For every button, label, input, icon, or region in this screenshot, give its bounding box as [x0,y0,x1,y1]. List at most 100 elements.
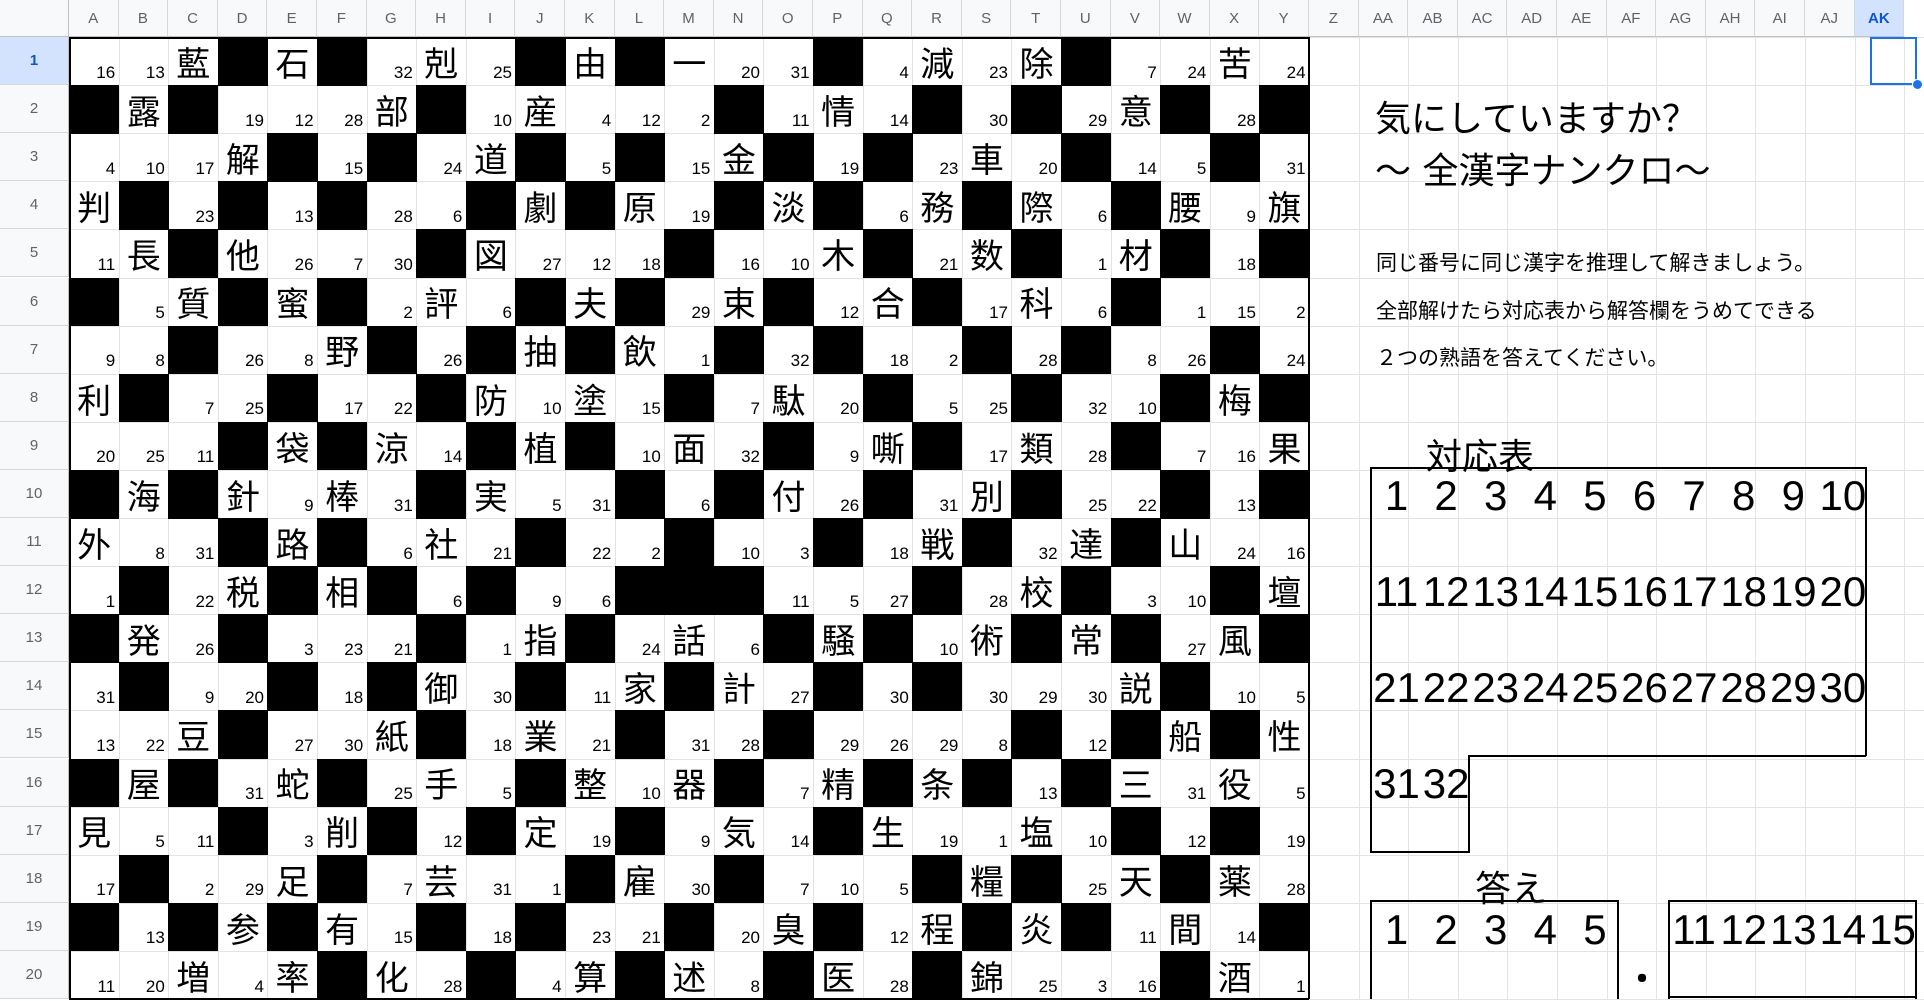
number-cell[interactable]: 14 [763,807,813,856]
number-cell[interactable]: 10 [615,422,665,471]
number-cell[interactable]: 11 [565,662,615,711]
kanji-cell[interactable]: 条 [912,759,962,808]
black-cell[interactable] [813,662,864,711]
black-cell[interactable] [217,277,268,327]
black-cell[interactable] [1259,229,1310,279]
number-cell[interactable]: 3 [1111,566,1161,615]
black-cell[interactable] [118,181,169,230]
column-header-T[interactable]: T [1011,0,1061,37]
black-cell[interactable] [763,421,814,471]
number-cell[interactable]: 11 [1111,903,1161,952]
number-cell[interactable]: 19 [912,807,962,856]
number-cell[interactable]: 28 [1259,855,1309,904]
number-cell[interactable]: 22 [168,566,218,615]
kanji-cell[interactable]: 涼 [367,422,417,471]
column-header-Y[interactable]: Y [1259,0,1309,37]
kanji-cell[interactable]: 程 [912,903,962,952]
number-cell[interactable]: 4 [515,951,565,1000]
kanji-cell[interactable]: 飲 [615,326,665,375]
black-cell[interactable] [1110,518,1161,567]
column-header-AG[interactable]: AG [1656,0,1706,37]
black-cell[interactable] [118,373,169,423]
kanji-cell[interactable]: 御 [416,662,466,711]
kanji-cell[interactable]: 合 [863,278,913,327]
black-cell[interactable] [1160,373,1211,423]
column-header-W[interactable]: W [1160,0,1210,37]
number-cell[interactable]: 16 [69,37,119,86]
black-cell[interactable] [565,614,616,663]
column-header-AC[interactable]: AC [1457,0,1508,37]
black-cell[interactable] [1110,710,1161,760]
number-cell[interactable]: 31 [912,470,962,519]
black-cell[interactable] [763,277,814,327]
kanji-cell[interactable]: 削 [317,807,367,856]
black-cell[interactable] [1061,566,1112,615]
black-cell[interactable] [317,421,368,471]
kanji-cell[interactable]: 由 [565,37,615,86]
number-cell[interactable]: 23 [912,133,962,182]
black-cell[interactable] [168,229,219,279]
black-cell[interactable] [614,710,665,760]
column-header-Z[interactable]: Z [1309,0,1359,37]
black-cell[interactable] [713,469,764,519]
number-cell[interactable]: 25 [1011,951,1061,1000]
kanji-cell[interactable]: 腰 [1160,181,1210,230]
number-cell[interactable]: 21 [466,518,516,567]
kanji-cell[interactable]: 劇 [515,181,565,230]
kanji-cell[interactable]: 炎 [1011,903,1061,952]
black-cell[interactable] [267,566,318,615]
number-cell[interactable]: 5 [813,566,863,615]
black-cell[interactable] [961,518,1012,567]
number-cell[interactable]: 5 [1259,759,1309,808]
number-cell[interactable]: 8 [267,326,317,375]
number-cell[interactable]: 2 [1259,278,1309,327]
number-cell[interactable]: 24 [1259,326,1309,375]
black-cell[interactable] [614,566,665,615]
number-cell[interactable]: 30 [1061,662,1111,711]
kanji-cell[interactable]: 減 [912,37,962,86]
column-header-P[interactable]: P [813,0,863,37]
kanji-cell[interactable]: 臭 [763,903,813,952]
kanji-cell[interactable]: 三 [1111,759,1161,808]
number-cell[interactable]: 1 [515,855,565,904]
black-cell[interactable] [515,518,566,567]
black-cell[interactable] [1259,85,1310,134]
column-header-X[interactable]: X [1209,0,1260,37]
black-cell[interactable] [713,85,764,134]
number-cell[interactable]: 22 [565,518,615,567]
number-cell[interactable]: 24 [1160,37,1210,86]
black-cell[interactable] [69,277,120,327]
row-header-2[interactable]: 2 [0,85,69,134]
number-cell[interactable]: 20 [714,37,764,86]
number-cell[interactable]: 18 [466,903,516,952]
number-cell[interactable]: 21 [565,710,615,759]
row-header-5[interactable]: 5 [0,229,69,278]
kanji-cell[interactable]: 発 [119,614,169,663]
black-cell[interactable] [1011,373,1062,423]
column-header-AI[interactable]: AI [1755,0,1805,37]
number-cell[interactable]: 14 [1111,133,1161,182]
kanji-cell[interactable]: 棒 [317,470,367,519]
row-header-1[interactable]: 1 [0,37,69,86]
black-cell[interactable] [1160,85,1211,134]
kanji-cell[interactable]: 家 [615,662,665,711]
number-cell[interactable]: 30 [962,662,1012,711]
number-cell[interactable]: 6 [416,566,466,615]
black-cell[interactable] [912,277,963,327]
number-cell[interactable]: 9 [1210,181,1260,230]
column-header-I[interactable]: I [465,0,516,37]
number-cell[interactable]: 31 [664,710,714,759]
black-cell[interactable] [267,133,318,182]
row-header-16[interactable]: 16 [0,758,69,807]
kanji-cell[interactable]: 旗 [1259,181,1309,230]
number-cell[interactable]: 23 [168,181,218,230]
black-cell[interactable] [614,469,665,519]
kanji-cell[interactable]: 整 [565,759,615,808]
number-cell[interactable]: 13 [1011,759,1061,808]
black-cell[interactable] [168,85,219,134]
number-cell[interactable]: 4 [565,85,615,134]
column-header-N[interactable]: N [713,0,764,37]
number-cell[interactable]: 20 [1011,133,1061,182]
black-cell[interactable] [1110,277,1161,327]
black-cell[interactable] [168,758,219,808]
